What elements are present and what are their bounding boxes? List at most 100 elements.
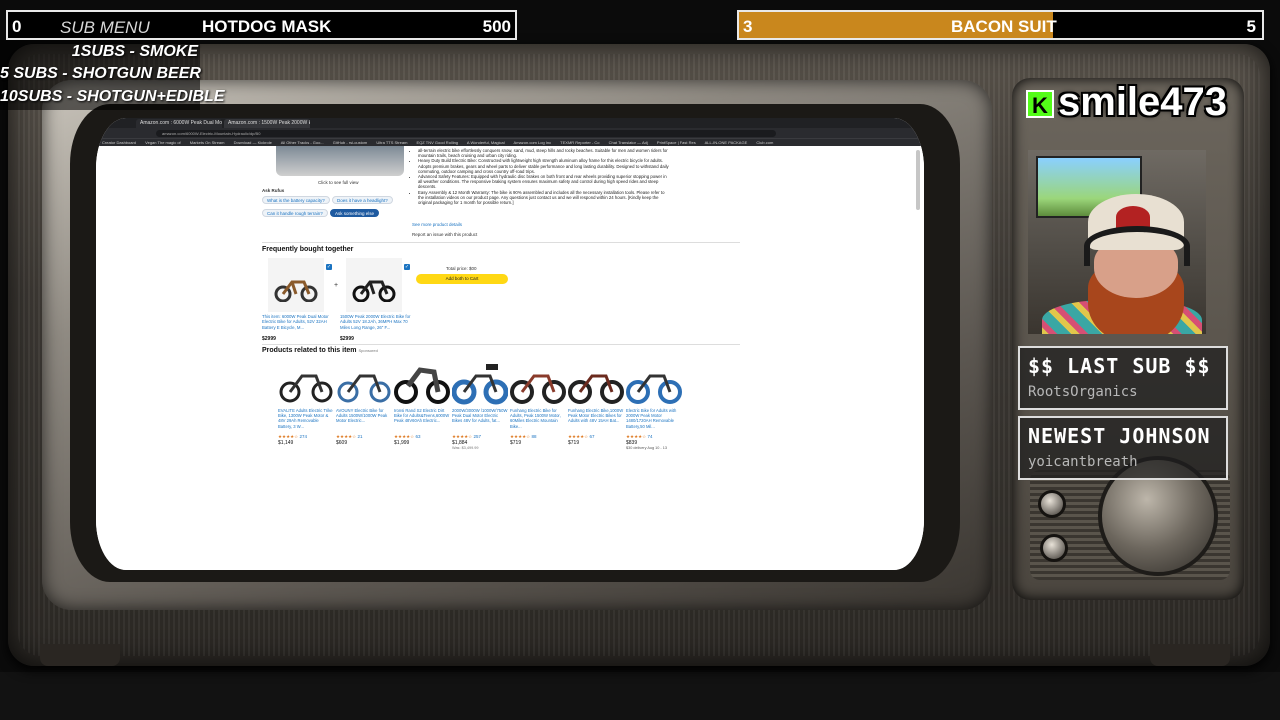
report-issue-link[interactable]: Report an issue with this product xyxy=(412,232,477,237)
newest-title: NEWEST JOHNSON xyxy=(1028,424,1211,448)
browser-tab-strip: Amazon.com : 6000W Peak Dual Motor... Am… xyxy=(96,118,924,128)
related-product-title[interactable]: AVOUNY Electric Bike for Adults 1500W/10… xyxy=(336,408,392,434)
product-bullets: all-terrain electric bike effortlessly c… xyxy=(412,148,670,205)
bookmark-item[interactable]: EQZ TNV Good Rolling xyxy=(417,140,459,145)
related-product-card[interactable]: EVALITE Adults Electric Trike Bike, 1300… xyxy=(278,356,334,446)
stars-glyph: ★★★★☆ xyxy=(452,434,473,439)
fbt-product-image[interactable] xyxy=(268,258,324,312)
related-product-price: $609 xyxy=(336,440,348,446)
related-product-price: $719 xyxy=(510,440,522,446)
sub-menu-title: SUB MENU xyxy=(60,18,150,37)
browser-tab[interactable]: Amazon.com : 1500W Peak 2000W Electric B… xyxy=(224,119,310,128)
related-product-image[interactable] xyxy=(278,356,334,408)
bookmark-item[interactable]: Creator Dashboard xyxy=(102,140,136,145)
ebike-icon xyxy=(451,364,509,405)
related-product-image[interactable] xyxy=(626,356,682,408)
sub-menu-item: 5 SUBS - SHOTGUN BEER xyxy=(0,65,201,82)
bullet-item: Easy Assembly & 12 Month Warranty: The b… xyxy=(418,190,670,206)
related-product-card[interactable]: Funhang Electric Bike,1000W Peak Motor E… xyxy=(568,356,624,446)
related-product-card[interactable]: Electric Bike for Adults with 2000W Peak… xyxy=(626,356,682,450)
related-product-title[interactable]: Funhang Electric Bike for Adults, Peak 1… xyxy=(510,408,566,434)
rating-count[interactable]: 74 xyxy=(647,434,652,439)
floor-strip xyxy=(0,672,1280,720)
related-product-title[interactable]: Funhang Electric Bike,1000W Peak Motor E… xyxy=(568,408,624,434)
rufus-question-button[interactable]: Does it have a headlight? xyxy=(332,196,393,204)
rating-count[interactable]: 67 xyxy=(589,434,594,439)
bookmarks-bar: Creator Dashboard Vegan The magic of Mar… xyxy=(96,138,924,146)
related-product-image[interactable] xyxy=(394,356,450,408)
related-product-image[interactable] xyxy=(451,356,509,408)
webcam-feed xyxy=(1028,150,1206,334)
fbt-checkbox[interactable]: ✓ xyxy=(404,264,410,270)
bookmark-item[interactable]: Markets On Stream xyxy=(190,140,225,145)
bookmark-item[interactable]: Download — Kickrole xyxy=(234,140,272,145)
related-product-title[interactable]: EVALITE Adults Electric Trike Bike, 1300… xyxy=(278,408,334,434)
rufus-question-button[interactable]: Can it handle rough terrain? xyxy=(262,209,328,217)
related-product-card[interactable]: Ironsi Rand S2 Electric Dirt Bike for Ad… xyxy=(394,356,450,446)
fbt-item-title[interactable]: This item: 6000W Peak Dual Motor Electri… xyxy=(262,314,338,330)
full-view-link[interactable]: Click to see full view xyxy=(318,180,359,185)
related-product-title[interactable]: 2000W/3000W /1000W/750W Peak Dual Motor … xyxy=(452,408,508,434)
webcam-hat-logo xyxy=(1116,206,1150,228)
bookmark-item[interactable]: TEXMR Reporter - Co xyxy=(560,140,599,145)
see-more-link[interactable]: See more product details xyxy=(412,222,462,227)
product-image[interactable] xyxy=(276,146,404,176)
bookmark-item[interactable]: Amazon.com Log Inc xyxy=(514,140,552,145)
fbt-checkbox[interactable]: ✓ xyxy=(326,264,332,270)
stream-overlay-scene: Amazon.com : 6000W Peak Dual Motor... Am… xyxy=(0,0,1280,720)
fbt-item-title[interactable]: 1500W Peak 2000W Electric Bike for Adult… xyxy=(340,314,416,330)
rating-count[interactable]: 21 xyxy=(357,434,362,439)
rating-count[interactable]: 257 xyxy=(473,434,481,439)
stars-glyph: ★★★★☆ xyxy=(278,434,299,439)
bookmark-item[interactable]: Vegan The magic of xyxy=(145,140,181,145)
related-product-price: $1,999 xyxy=(394,440,410,446)
related-product-card[interactable]: AVOUNY Electric Bike for Adults 1500W/10… xyxy=(336,356,392,446)
ebike-icon xyxy=(510,374,566,404)
related-product-image[interactable] xyxy=(336,356,392,408)
kick-logo-icon: K xyxy=(1026,90,1054,118)
bookmark-item[interactable]: GitHub - rsi-custom xyxy=(333,140,367,145)
related-product-price: $719 xyxy=(568,440,580,446)
webcam-headset xyxy=(1084,226,1190,266)
fbt-item-price: $2999 xyxy=(262,336,276,342)
total-price: Total price: $00 xyxy=(446,266,477,271)
bookmark-item[interactable]: PrintSpace | Fast Res xyxy=(657,140,696,145)
stars-glyph: ★★★★☆ xyxy=(336,434,357,439)
browser-tab[interactable]: Amazon.com : 6000W Peak Dual Motor... xyxy=(136,119,222,128)
ebike-icon xyxy=(279,374,333,403)
related-product-card[interactable]: 2000W/3000W /1000W/750W Peak Dual Motor … xyxy=(451,356,509,450)
related-product-title[interactable]: Ironsi Rand S2 Electric Dirt Bike for Ad… xyxy=(394,408,450,434)
rating-count[interactable]: 63 xyxy=(415,434,420,439)
sub-goal-bar-right: 3 BACON SUIT 5 xyxy=(737,10,1264,40)
goal-count: 0 xyxy=(12,17,22,36)
related-heading: Products related to this item Sponsored xyxy=(262,347,378,354)
related-product-image[interactable] xyxy=(510,356,566,408)
related-product-card[interactable]: Funhang Electric Bike for Adults, Peak 1… xyxy=(510,356,566,446)
bookmark-item[interactable]: All Other Tracks - Goo... xyxy=(281,140,324,145)
plus-icon: + xyxy=(334,282,339,289)
bookmark-item[interactable]: ALL-IN-ONE PACKAGE xyxy=(705,140,748,145)
tv-small-knob xyxy=(1040,534,1068,562)
goal-target: 500 xyxy=(482,17,511,36)
goal-label: BACON SUIT xyxy=(951,17,1057,36)
stars-glyph: ★★★★☆ xyxy=(626,434,647,439)
bookmark-item[interactable]: Chat Translator — Adj xyxy=(609,140,648,145)
page-scrollbar[interactable] xyxy=(916,150,920,210)
goal-count: 3 xyxy=(743,17,753,36)
ebike-icon xyxy=(274,280,318,302)
related-product-image[interactable] xyxy=(568,356,624,408)
related-product-title[interactable]: Electric Bike for Adults with 2000W Peak… xyxy=(626,408,682,434)
rufus-question-button[interactable]: What is the battery capacity? xyxy=(262,196,330,204)
ebike-icon xyxy=(626,374,682,404)
add-both-to-cart-button[interactable]: Add both to Cart xyxy=(416,274,508,284)
ask-something-button[interactable]: Ask something else xyxy=(330,209,380,217)
stars-glyph: ★★★★☆ xyxy=(510,434,531,439)
rating-count[interactable]: 274 xyxy=(299,434,307,439)
rating-count[interactable]: 88 xyxy=(531,434,536,439)
bookmark-item[interactable]: Ultra TTS Stream xyxy=(376,140,407,145)
bookmark-item[interactable]: A Wonderful, Magical xyxy=(467,140,505,145)
sub-menu-item: 1SUBS - SMOKE xyxy=(71,43,198,60)
fbt-product-image[interactable] xyxy=(346,258,402,312)
address-bar[interactable]: amazon.com/6000W-Electric-Mountain-Hydra… xyxy=(156,130,776,137)
bookmark-item[interactable]: Club.com xyxy=(756,140,773,145)
